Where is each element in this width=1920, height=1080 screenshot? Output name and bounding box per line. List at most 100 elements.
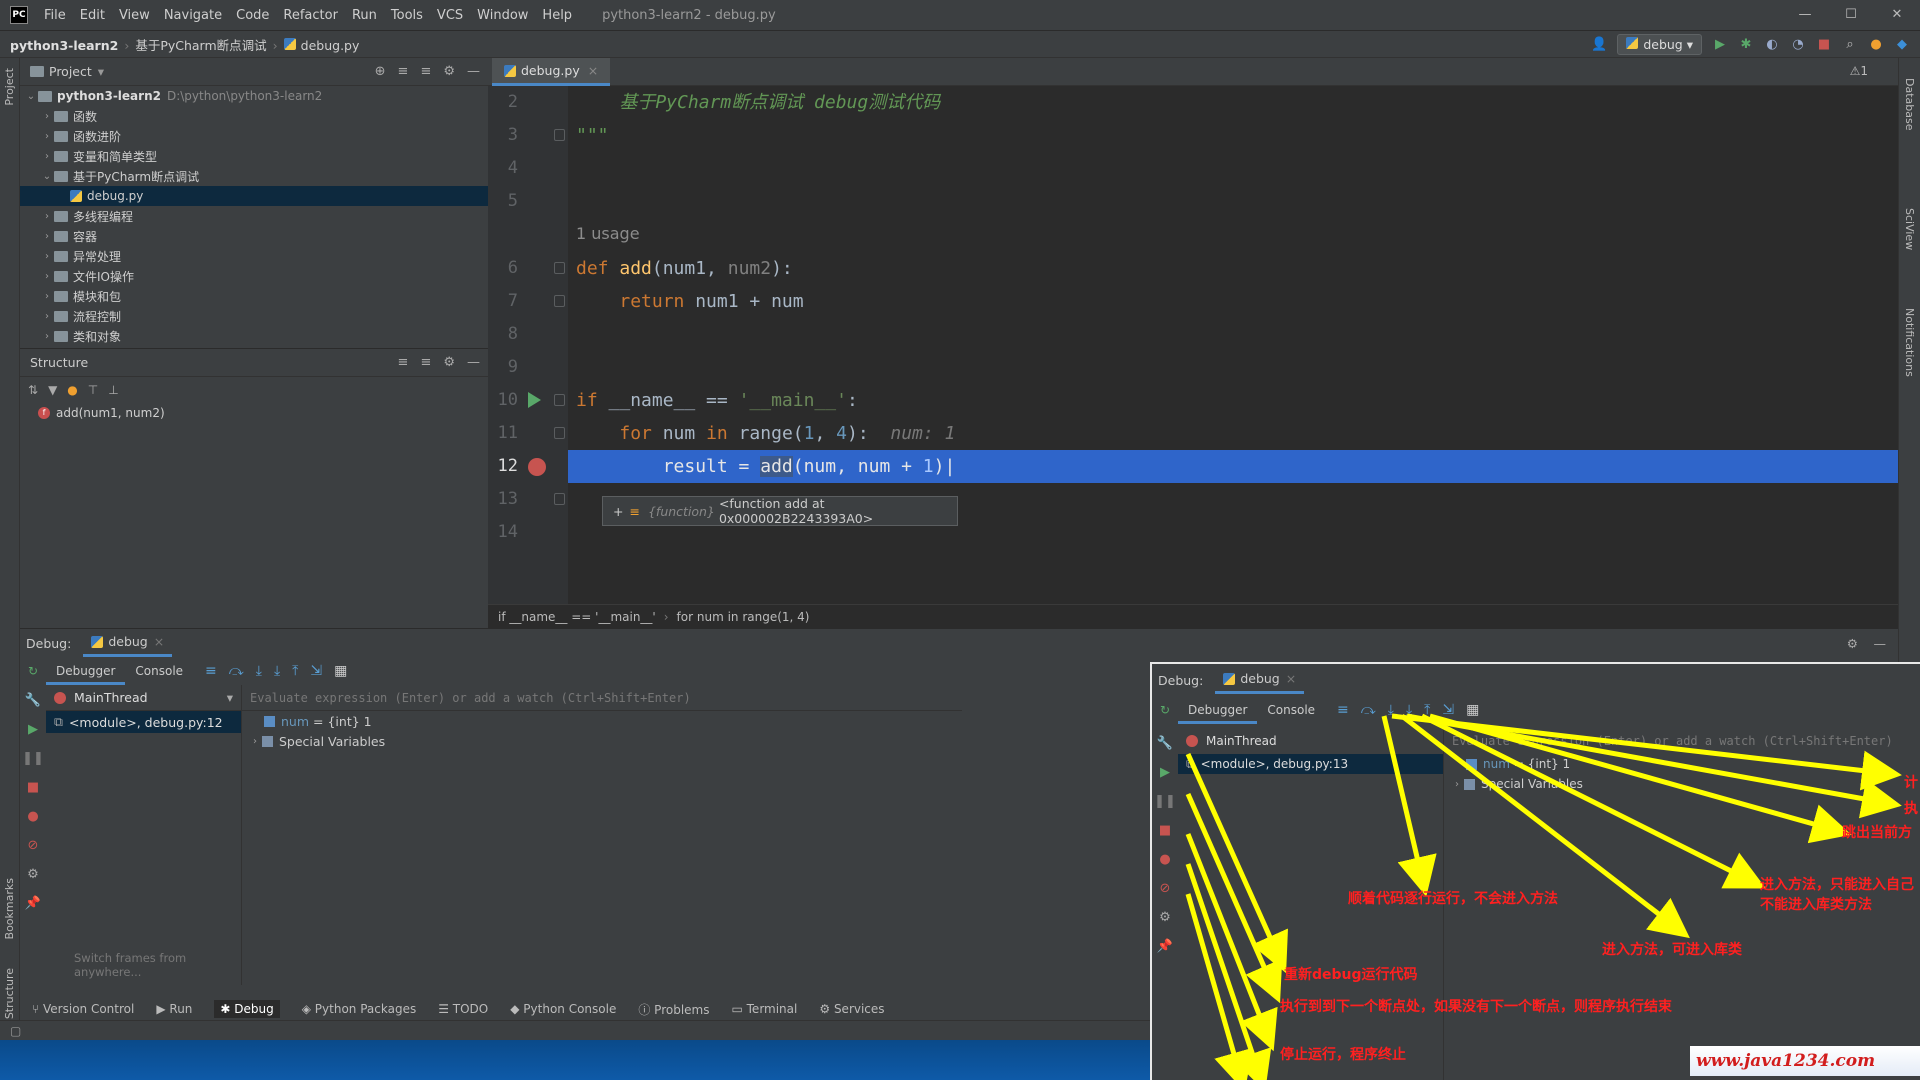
run-icon[interactable]: ▶ xyxy=(1712,37,1728,53)
show-fields-icon[interactable]: ▼ xyxy=(48,383,57,397)
menu-vcs[interactable]: VCS xyxy=(437,8,463,23)
close-tab-icon[interactable]: × xyxy=(154,634,164,649)
menu-edit[interactable]: Edit xyxy=(80,8,105,23)
resume-icon[interactable]: ▶ xyxy=(28,722,38,737)
menu-file[interactable]: File xyxy=(44,8,66,23)
editor-tab-debug-py[interactable]: debug.py × xyxy=(492,58,611,86)
fold-icon[interactable] xyxy=(554,427,565,439)
thread-selector[interactable]: MainThread ▾ xyxy=(46,685,241,711)
chevron-right-icon[interactable]: › xyxy=(248,736,262,747)
search-icon[interactable]: ⌕ xyxy=(1842,37,1858,53)
code-line[interactable]: 10 if __name__ == '__main__': xyxy=(488,384,1898,417)
tree-item[interactable]: ⌄ 基于PyCharm断点调试 xyxy=(20,166,488,186)
tree-item-selected[interactable]: debug.py xyxy=(20,186,488,206)
breadcrumb-file[interactable]: debug.py xyxy=(301,38,360,53)
pause-icon[interactable]: ❚❚ xyxy=(22,751,44,766)
locate-icon[interactable]: ⊕ xyxy=(375,64,386,79)
tool-version-control[interactable]: ⑂ Version Control xyxy=(32,1002,134,1016)
run-gutter-icon[interactable] xyxy=(528,392,541,408)
menu-navigate[interactable]: Navigate xyxy=(164,8,222,23)
user-icon[interactable]: 👤 xyxy=(1591,37,1607,53)
menu-window[interactable]: Window xyxy=(477,8,528,23)
menu-tools[interactable]: Tools xyxy=(391,8,423,23)
coverage-icon[interactable]: ◐ xyxy=(1764,37,1780,53)
structure-tool-button[interactable]: Structure xyxy=(3,968,16,1019)
tree-item[interactable]: › 模块和包 xyxy=(20,286,488,306)
database-tool-button[interactable]: Database xyxy=(1903,78,1916,131)
hide-icon[interactable]: — xyxy=(467,355,480,370)
tab-debugger[interactable]: Debugger xyxy=(46,657,126,685)
breadcrumb-project[interactable]: python3-learn2 xyxy=(10,38,118,53)
evaluate-expression-icon[interactable]: ▦ xyxy=(334,663,347,679)
tool-python-console[interactable]: ◆ Python Console xyxy=(510,1002,616,1016)
sciview-tool-button[interactable]: SciView xyxy=(1903,208,1916,250)
expand-all-icon[interactable]: ≡ xyxy=(398,64,409,79)
tree-item[interactable]: › 函数 xyxy=(20,106,488,126)
code-line[interactable]: 11 for num in range(1, 4): num: 1 xyxy=(488,417,1898,450)
tree-item[interactable]: › 函数进阶 xyxy=(20,126,488,146)
debug-icon[interactable]: ✱ xyxy=(1738,37,1754,53)
wrench-icon[interactable]: 🔧 xyxy=(25,693,41,708)
tree-root[interactable]: ⌄ python3-learn2 D:\python\python3-learn… xyxy=(20,86,488,106)
tool-terminal[interactable]: ▭ Terminal xyxy=(731,1002,797,1016)
tree-item[interactable]: › 类和对象 xyxy=(20,326,488,346)
tree-item[interactable]: › 异常处理 xyxy=(20,246,488,266)
sort-alpha-icon[interactable]: ⇅ xyxy=(28,383,38,397)
hide-icon[interactable]: — xyxy=(1874,636,1887,651)
rerun-icon[interactable]: ↻ xyxy=(20,664,46,678)
code-line[interactable]: 5 xyxy=(488,185,1898,218)
step-into-my-code-icon[interactable]: ⤓ xyxy=(274,663,280,679)
tool-services[interactable]: ⚙ Services xyxy=(819,1002,884,1016)
breadcrumb-item[interactable]: for num in range(1, 4) xyxy=(677,610,810,624)
expand-all-icon[interactable]: ≡ xyxy=(398,355,409,370)
fold-icon[interactable] xyxy=(554,129,565,141)
gear-icon[interactable]: ⚙ xyxy=(1847,636,1858,651)
step-into-icon[interactable]: ⤓ xyxy=(256,663,262,679)
project-tool-button[interactable]: Project xyxy=(3,68,16,106)
current-execution-line[interactable]: 12 result = add(num, num + 1)| xyxy=(488,450,1898,483)
collapse-all-icon[interactable]: ≡ xyxy=(420,64,431,79)
tree-item[interactable]: › 文件IO操作 xyxy=(20,266,488,286)
tree-item[interactable]: › 流程控制 xyxy=(20,306,488,326)
variable-row[interactable]: num = {int} 1 xyxy=(242,711,962,731)
close-tab-icon[interactable]: × xyxy=(588,63,598,78)
evaluate-input[interactable]: Evaluate expression (Enter) or add a wat… xyxy=(242,685,962,711)
collapse-icon[interactable]: ⊥ xyxy=(108,383,118,397)
code-line[interactable]: 4 xyxy=(488,152,1898,185)
settings-icon[interactable]: ⚙ xyxy=(27,867,39,882)
fold-icon[interactable] xyxy=(554,493,565,505)
expand-plus-icon[interactable]: + xyxy=(613,504,623,519)
code-line[interactable]: 8 xyxy=(488,318,1898,351)
code-line[interactable]: 7 return num1 + num xyxy=(488,285,1898,318)
layout-icon[interactable]: ▢ xyxy=(10,1024,21,1038)
project-panel-title[interactable]: Project xyxy=(49,64,92,79)
show-execution-point-icon[interactable]: ≡ xyxy=(205,663,217,679)
jetbrains-logo-icon[interactable]: ◆ xyxy=(1894,37,1910,53)
run-to-cursor-icon[interactable]: ⇲ xyxy=(310,663,322,679)
inspection-warning[interactable]: ⚠1 xyxy=(1850,64,1868,78)
notifications-tool-button[interactable]: Notifications xyxy=(1903,308,1916,377)
step-out-icon[interactable]: ⤒ xyxy=(292,663,298,679)
stop-icon[interactable]: ■ xyxy=(27,780,39,795)
collapse-all-icon[interactable]: ≡ xyxy=(420,355,431,370)
tool-python-packages[interactable]: ◈ Python Packages xyxy=(302,1002,416,1016)
menu-view[interactable]: View xyxy=(119,8,150,23)
tool-todo[interactable]: ☰ TODO xyxy=(438,1002,488,1016)
bookmarks-tool-button[interactable]: Bookmarks xyxy=(3,878,16,939)
run-config-select[interactable]: debug ▾ xyxy=(1617,34,1702,55)
minimize-button[interactable]: — xyxy=(1782,0,1828,30)
tool-run[interactable]: ▶ Run xyxy=(156,1002,192,1016)
breadcrumb-folder[interactable]: 基于PyCharm断点调试 xyxy=(135,38,266,53)
hide-icon[interactable]: — xyxy=(467,64,480,79)
debug-session-tab[interactable]: debug × xyxy=(83,629,173,657)
tree-item[interactable]: › 变量和简单类型 xyxy=(20,146,488,166)
expand-icon[interactable]: ⊤ xyxy=(88,383,98,397)
fold-icon[interactable] xyxy=(554,394,565,406)
gear-icon[interactable]: ⚙ xyxy=(443,64,455,79)
update-icon[interactable]: ● xyxy=(1868,37,1884,53)
usage-hint[interactable]: 1 usage xyxy=(576,222,640,246)
frame-item[interactable]: ⧉ <module>, debug.py:12 xyxy=(46,711,241,733)
show-inherited-icon[interactable]: ● xyxy=(67,383,77,397)
breadcrumb-item[interactable]: if __name__ == '__main__' xyxy=(498,610,656,624)
value-tooltip[interactable]: + ≡ {function} <function add at 0x000002… xyxy=(602,496,958,526)
